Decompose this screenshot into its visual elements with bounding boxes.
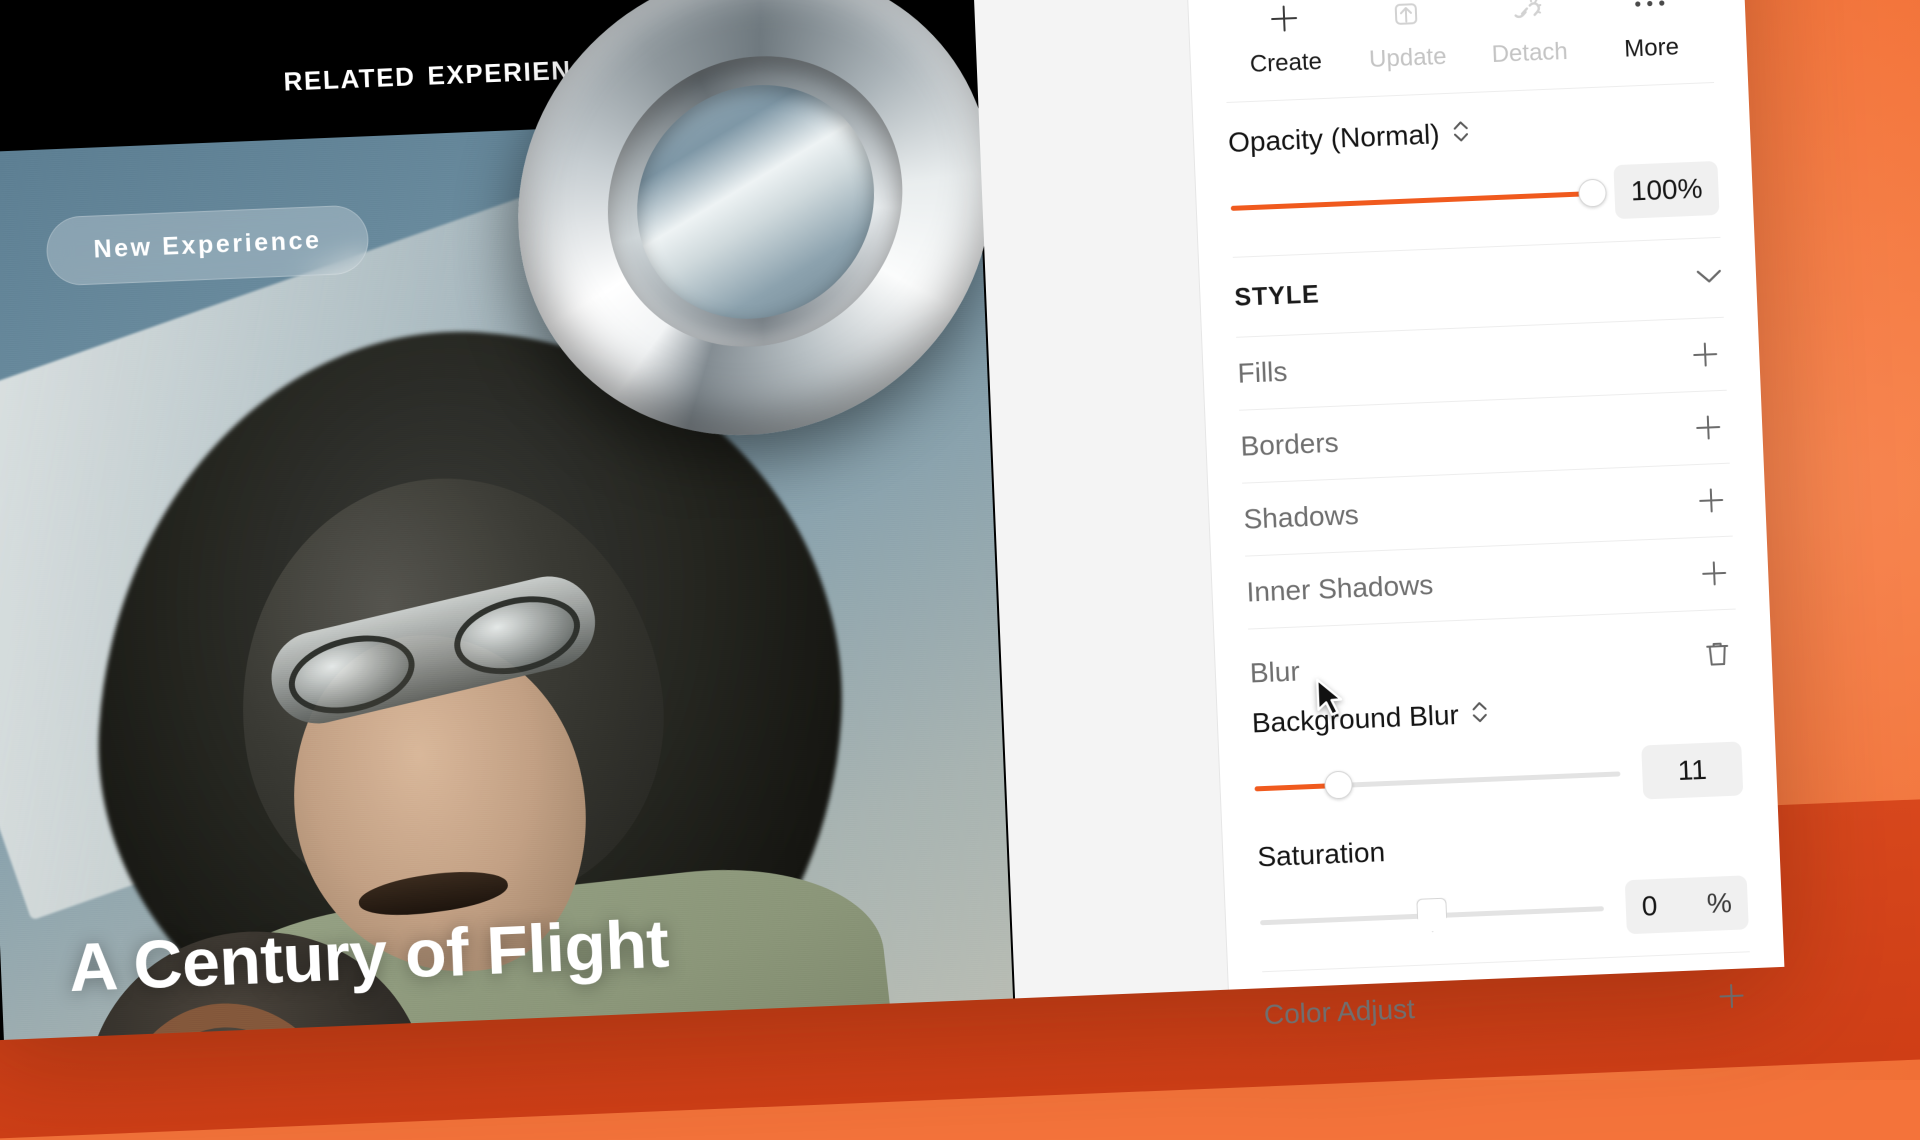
saturation-label: Saturation	[1257, 836, 1386, 873]
add-color-adjust-button[interactable]	[1711, 975, 1753, 1017]
saturation-slider[interactable]	[1260, 895, 1605, 935]
opacity-slider-row: 100%	[1230, 161, 1720, 235]
opacity-slider-handle[interactable]	[1578, 178, 1607, 207]
borders-label: Borders	[1240, 427, 1339, 463]
chevron-up-down-icon[interactable]	[1451, 118, 1470, 150]
background-blur-slider-handle[interactable]	[1324, 770, 1353, 799]
inspector-panel: No Layer Style Create	[1182, 0, 1784, 990]
more-options-button[interactable]: More	[1588, 0, 1713, 65]
new-experience-badge[interactable]: New Experience	[45, 204, 370, 286]
detach-link-icon	[1510, 0, 1545, 26]
design-app-window: Related Experiences New Experience A Cen…	[0, 0, 1784, 1041]
background-blur-value: 11	[1677, 754, 1707, 787]
style-section-title: STYLE	[1234, 280, 1320, 312]
background-blur-field: Background Blur 11	[1251, 673, 1744, 837]
opacity-value-box[interactable]: 100%	[1614, 161, 1720, 219]
ellipsis-icon	[1632, 0, 1667, 21]
app-canvas: Related Experiences New Experience A Cen…	[0, 0, 1784, 1041]
inner-shadows-label: Inner Shadows	[1246, 569, 1434, 609]
opacity-label: Opacity (Normal)	[1227, 118, 1440, 159]
opacity-slider[interactable]	[1230, 180, 1593, 221]
shadows-label: Shadows	[1243, 499, 1359, 536]
opacity-value: 100%	[1630, 173, 1703, 208]
artboard-preview[interactable]: Related Experiences New Experience A Cen…	[0, 0, 1015, 1041]
add-inner-shadow-button[interactable]	[1693, 553, 1735, 595]
create-style-label: Create	[1249, 48, 1322, 79]
add-border-button[interactable]	[1687, 407, 1729, 449]
color-adjust-label: Color Adjust	[1263, 993, 1415, 1031]
saturation-value: 0	[1641, 890, 1658, 923]
saturation-value-box[interactable]: 0 %	[1625, 875, 1749, 934]
add-fill-button[interactable]	[1684, 334, 1726, 376]
fills-label: Fills	[1237, 356, 1288, 390]
more-options-label: More	[1624, 33, 1680, 63]
background-blur-label-row: Background Blur	[1251, 687, 1740, 739]
upload-box-icon	[1389, 0, 1422, 31]
create-style-button[interactable]: Create	[1222, 0, 1347, 80]
saturation-field: Saturation 0 %	[1257, 817, 1750, 971]
delete-blur-button[interactable]	[1697, 634, 1739, 676]
saturation-slider-handle[interactable]	[1416, 898, 1447, 933]
blur-title: Blur	[1249, 655, 1300, 689]
chevron-up-down-icon[interactable]	[1470, 698, 1489, 730]
detach-style-label: Detach	[1491, 38, 1568, 69]
detach-style-button[interactable]: Detach	[1466, 0, 1591, 70]
metallic-ring-object[interactable]	[493, 0, 1015, 446]
update-style-label: Update	[1369, 43, 1447, 74]
background-blur-value-box[interactable]: 11	[1641, 741, 1743, 799]
opacity-track-fill	[1231, 191, 1593, 211]
background-blur-slider-row: 11	[1254, 741, 1744, 815]
saturation-slider-row: 0 %	[1259, 875, 1749, 949]
background-blur-label: Background Blur	[1251, 699, 1459, 739]
plus-icon	[1267, 1, 1300, 36]
chevron-down-icon[interactable]	[1696, 268, 1723, 289]
add-shadow-button[interactable]	[1690, 480, 1732, 522]
opacity-field: Opacity (Normal) 100	[1227, 83, 1721, 257]
saturation-unit: %	[1706, 887, 1732, 920]
opacity-label-row: Opacity (Normal)	[1227, 107, 1716, 159]
background-blur-slider[interactable]	[1254, 760, 1621, 801]
update-style-button[interactable]: Update	[1344, 0, 1469, 75]
